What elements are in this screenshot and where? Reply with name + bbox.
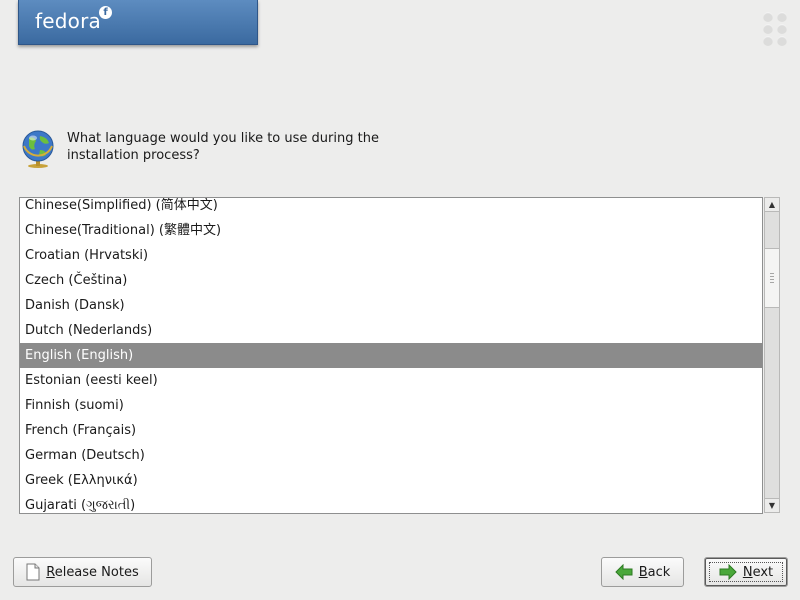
language-list-item[interactable]: Chinese(Simplified) (简体中文) [20,198,762,218]
language-list-item[interactable]: Greek (Ελληνικά) [20,468,762,493]
language-list-item[interactable]: Finnish (suomi) [20,393,762,418]
release-notes-button[interactable]: Release Notes [13,557,152,587]
document-icon [26,563,40,581]
scroll-down-button[interactable]: ▼ [765,498,779,512]
language-list-item[interactable]: Gujarati (ગુજરાતી) [20,493,762,513]
release-notes-label: Release Notes [46,564,139,580]
language-list-item[interactable]: Czech (Čeština) [20,268,762,293]
back-button[interactable]: Back [601,557,684,587]
language-list-item[interactable]: French (Français) [20,418,762,443]
language-list-item[interactable]: Estonian (eesti keel) [20,368,762,393]
fedora-logo-text: fedora [35,9,101,33]
back-label: Back [638,564,671,580]
globe-icon [22,130,54,168]
back-arrow-icon [614,564,633,580]
fedora-infinity-mark-icon: f [99,6,112,19]
language-list[interactable]: Chinese(Simplified) (简体中文) Chinese(Tradit… [19,197,763,514]
fedora-logo-banner: fedora f [18,0,258,45]
window-grip-decoration [763,12,789,46]
language-list-item[interactable]: German (Deutsch) [20,443,762,468]
focus-ring [709,562,783,582]
language-list-item[interactable]: Croatian (Hrvatski) [20,243,762,268]
language-question: What language would you like to use duri… [67,131,379,163]
language-list-scrollbar[interactable]: ▲ ▼ [764,197,780,513]
scroll-up-button[interactable]: ▲ [765,198,779,212]
next-button[interactable]: Next [704,557,788,587]
language-list-item[interactable]: Dutch (Nederlands) [20,318,762,343]
language-list-item[interactable]: English (English) [20,343,762,368]
scroll-thumb[interactable] [765,248,779,308]
language-list-item[interactable]: Chinese(Traditional) (繁體中文) [20,218,762,243]
language-list-item[interactable]: Danish (Dansk) [20,293,762,318]
